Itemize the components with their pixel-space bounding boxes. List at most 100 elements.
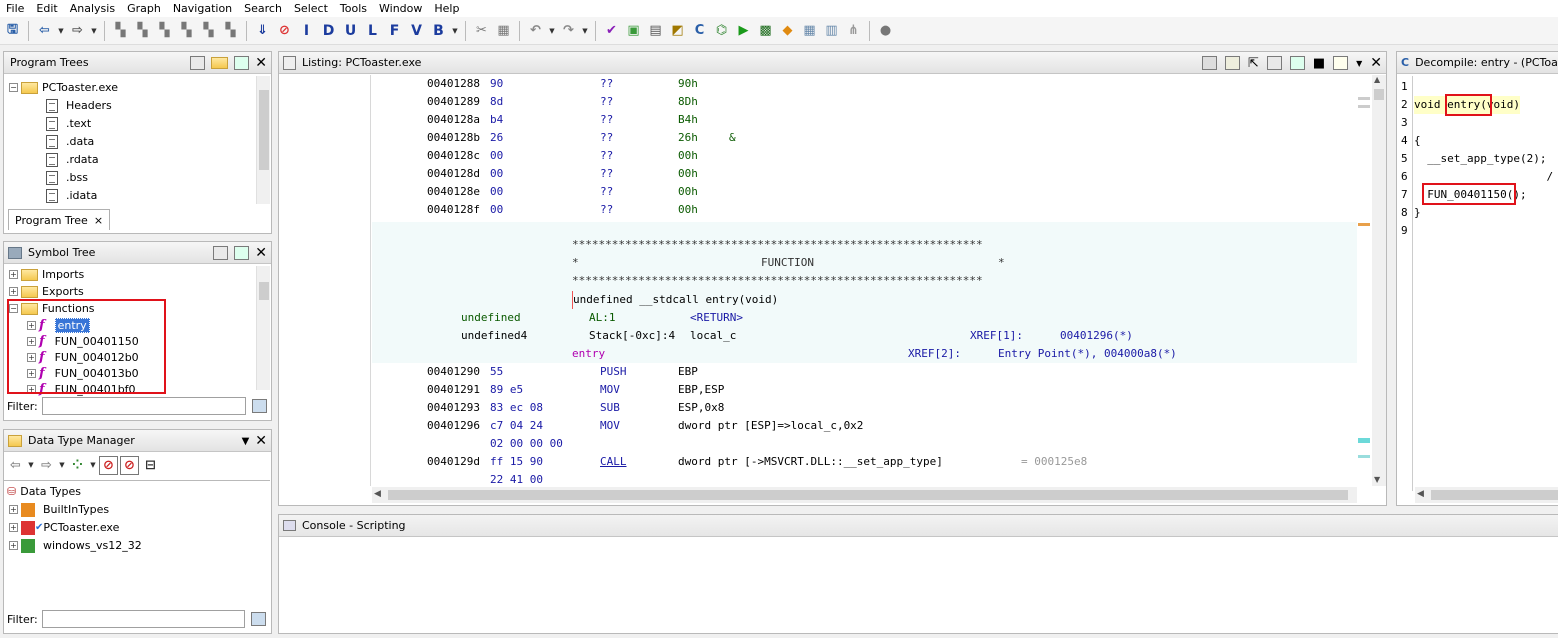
instruction-bytes[interactable]: 55 xyxy=(490,363,503,381)
decompile-code[interactable]: 1 2 void entry(void) 3 4{5 __set_app_type(2)… xyxy=(1397,76,1558,491)
symbol-refresh-icon[interactable] xyxy=(234,246,250,260)
code-line[interactable]: __set_app_type(2); xyxy=(1414,150,1546,168)
address[interactable]: 0040129d xyxy=(427,453,480,471)
operands[interactable]: EBP xyxy=(678,363,698,381)
archive-icon[interactable]: ⁘ xyxy=(68,456,87,475)
back-icon[interactable]: ⇦ xyxy=(6,456,25,475)
variable-v-button[interactable]: V xyxy=(407,23,426,39)
filter-input[interactable] xyxy=(41,610,245,628)
hscroll-thumb[interactable] xyxy=(1431,490,1558,500)
memory-map-icon[interactable]: ▤ xyxy=(646,21,665,40)
menu-analysis[interactable]: Analysis xyxy=(64,0,121,17)
instruction-bytes[interactable]: 83 ec 08 xyxy=(490,399,543,417)
hex-value[interactable]: 8Dh xyxy=(678,93,698,111)
byte-value[interactable]: 00 xyxy=(490,147,503,165)
address[interactable]: 00401288 xyxy=(427,75,480,93)
address[interactable]: 0040128f xyxy=(427,201,480,219)
undefined-marker[interactable]: ?? xyxy=(600,165,613,183)
address[interactable]: 0040128d xyxy=(427,165,480,183)
undefined-marker[interactable]: ?? xyxy=(600,147,613,165)
address[interactable]: 00401289 xyxy=(427,93,480,111)
address[interactable]: 0040128a xyxy=(427,111,480,129)
back-icon[interactable]: ⇦ xyxy=(35,21,54,40)
expand-icon[interactable]: + xyxy=(9,541,18,550)
tree-item[interactable]: + BuiltInTypes xyxy=(9,501,109,518)
bytes-dropdown-icon[interactable]: ▼ xyxy=(451,27,459,35)
back-dropdown-icon[interactable]: ▼ xyxy=(57,27,65,35)
char-value[interactable]: & xyxy=(729,129,736,147)
hex-value[interactable]: 26h xyxy=(678,129,698,147)
address[interactable]: 00401293 xyxy=(427,399,480,417)
chevron-left-icon[interactable]: ◀ xyxy=(374,489,381,499)
close-icon[interactable]: ✕ xyxy=(255,433,267,449)
nav-next-data-icon[interactable]: ▚ xyxy=(133,21,152,40)
tree-item[interactable]: Headers xyxy=(46,97,112,114)
program-tree-tab[interactable]: Program Tree × xyxy=(8,209,111,230)
hscroll-thumb[interactable] xyxy=(388,490,1348,500)
hex-value[interactable]: 00h xyxy=(678,147,698,165)
down-arrow-icon[interactable]: ⇓ xyxy=(253,21,272,40)
bytes-b-button[interactable]: B xyxy=(429,23,448,39)
mnemonic[interactable]: SUB xyxy=(600,399,620,417)
undefined-marker[interactable]: ?? xyxy=(600,201,613,219)
undefined-marker[interactable]: ?? xyxy=(600,129,613,147)
redo-dropdown-icon[interactable]: ▼ xyxy=(581,27,589,35)
filter-arrays-icon[interactable]: ⊘ xyxy=(99,455,118,475)
byte-value[interactable]: 00 xyxy=(490,165,503,183)
expand-icon[interactable]: + xyxy=(9,270,18,279)
symbol-tree-scrollbar[interactable] xyxy=(256,266,270,390)
forward-icon[interactable]: ⇨ xyxy=(68,21,87,40)
chevron-down-icon[interactable]: ▼ xyxy=(1356,59,1362,68)
operands[interactable]: ESP,0x8 xyxy=(678,399,724,417)
scroll-thumb[interactable] xyxy=(259,90,269,170)
redo-icon[interactable]: ↷ xyxy=(559,21,578,40)
close-icon[interactable]: ✕ xyxy=(255,55,267,71)
clear-code-icon[interactable]: ⊘ xyxy=(275,21,294,40)
disassemble-i-button[interactable]: I xyxy=(297,23,316,39)
address[interactable]: 00401296 xyxy=(427,417,480,435)
operands[interactable]: EBP,ESP xyxy=(678,381,724,399)
symbol-action-icon[interactable] xyxy=(213,246,229,260)
tree-item[interactable]: + ✔ PCToaster.exe xyxy=(9,519,119,536)
instruction-bytes[interactable]: c7 04 24 xyxy=(490,417,543,435)
hex-value[interactable]: 00h xyxy=(678,165,698,183)
nav-prev-data-icon[interactable]: ▚ xyxy=(111,21,130,40)
tree-root-row[interactable]: ⛁ Data Types xyxy=(7,483,81,500)
instruction-bytes[interactable]: 02 00 00 00 xyxy=(490,435,563,453)
expand-icon[interactable]: + xyxy=(9,505,18,514)
byte-value[interactable]: b4 xyxy=(490,111,503,129)
chevron-left-icon[interactable]: ◀ xyxy=(1417,489,1424,499)
open-tree-icon[interactable] xyxy=(190,56,206,70)
address[interactable]: 00401290 xyxy=(427,363,480,381)
export-icon[interactable]: ▣ xyxy=(624,21,643,40)
address[interactable]: 0040128e xyxy=(427,183,480,201)
operands[interactable]: dword ptr [ESP]=>local_c,0x2 xyxy=(678,417,863,435)
filter-options-icon[interactable] xyxy=(251,399,267,413)
run-icon[interactable]: ▶ xyxy=(734,21,753,40)
byte-value[interactable]: 00 xyxy=(490,183,503,201)
back-dropdown-icon[interactable]: ▼ xyxy=(27,461,35,469)
tree-item-imports[interactable]: + Imports xyxy=(9,266,84,283)
save-icon[interactable]: 🖫 xyxy=(3,21,22,40)
console-icon[interactable]: ▩ xyxy=(756,21,775,40)
menu-navigation[interactable]: Navigation xyxy=(167,0,238,17)
menu-help[interactable]: Help xyxy=(428,0,465,17)
undo-dropdown-icon[interactable]: ▼ xyxy=(548,27,556,35)
decompile-hscrollbar[interactable]: ◀ xyxy=(1415,487,1558,503)
listing-scrollbar[interactable]: ▲ ▼ xyxy=(1372,75,1386,486)
tree-icon[interactable]: ⋔ xyxy=(844,21,863,40)
function-graph-icon[interactable]: ⌬ xyxy=(712,21,731,40)
tree-item-exports[interactable]: + Exports xyxy=(9,283,84,300)
collapse-all-icon[interactable]: ⊟ xyxy=(141,456,160,475)
label-l-button[interactable]: L xyxy=(363,23,382,39)
forward-dropdown-icon[interactable]: ▼ xyxy=(90,27,98,35)
expand-icon[interactable]: + xyxy=(9,523,18,532)
tree-item[interactable]: .text xyxy=(46,115,91,132)
help-icon[interactable]: ● xyxy=(876,21,895,40)
filter-pointers-icon[interactable]: ⊘ xyxy=(120,455,139,475)
check-icon[interactable]: ✔ xyxy=(602,21,621,40)
forward-icon[interactable]: ⇨ xyxy=(37,456,56,475)
byte-value[interactable]: 26 xyxy=(490,129,503,147)
address[interactable]: 0040128b xyxy=(427,129,480,147)
data-type-icon[interactable]: ◩ xyxy=(668,21,687,40)
